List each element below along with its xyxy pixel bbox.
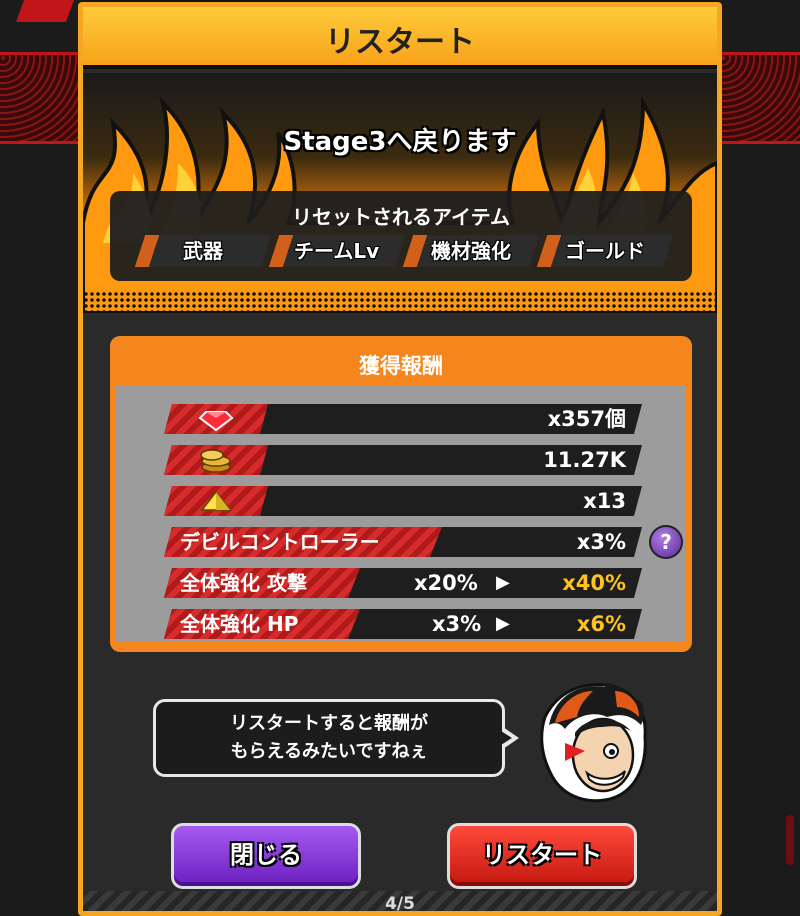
hp-boost-label: 全体強化 HP bbox=[164, 609, 360, 639]
reset-item-weapon: 武器 bbox=[134, 235, 272, 267]
gems-value: x357個 bbox=[547, 407, 626, 431]
background-band-right bbox=[720, 52, 800, 144]
hp-boost-from: x3% bbox=[432, 612, 482, 636]
dialog-title: リスタート bbox=[325, 25, 475, 60]
close-button[interactable]: 閉じる bbox=[171, 823, 361, 889]
hp-boost-arrow: ▶ bbox=[496, 613, 510, 634]
attack-boost-arrow: ▶ bbox=[496, 572, 510, 593]
background-red-corner bbox=[15, 0, 75, 22]
speech-line-1: リスタートすると報酬が bbox=[230, 713, 428, 734]
attack-boost-to: x40% bbox=[562, 571, 626, 595]
rewards-title: 獲得報酬 bbox=[359, 354, 443, 378]
coin-stack-icon bbox=[164, 445, 268, 475]
reward-row-coins: 11.27K bbox=[164, 445, 642, 475]
stage-message: Stage3へ戻ります bbox=[283, 127, 517, 157]
reset-item-gold: ゴールド bbox=[536, 235, 674, 267]
page-indicator: 4/5 bbox=[385, 894, 415, 914]
reset-item-team-lv: チームLv bbox=[268, 235, 406, 267]
pyramid-value: x13 bbox=[583, 489, 626, 513]
character-avatar bbox=[540, 683, 647, 803]
restart-dialog: リスタート Stage3へ戻ります リセットされるアイテム 武器 チームLv 機… bbox=[78, 2, 722, 916]
background-right bbox=[720, 0, 800, 916]
halftone-strip bbox=[83, 291, 717, 313]
rewards-panel: 獲得報酬 x357個 11.27K x13 デビルコントローラー x3% 全体強… bbox=[110, 336, 692, 652]
background-scroll-indicator bbox=[786, 815, 794, 865]
devil-controller-label: デビルコントローラー bbox=[164, 527, 442, 557]
attack-boost-from: x20% bbox=[414, 571, 478, 595]
reward-row-gems: x357個 bbox=[164, 404, 642, 434]
dialog-title-bar: リスタート bbox=[83, 7, 717, 69]
attack-boost-label: 全体強化 攻撃 bbox=[164, 568, 360, 598]
background-band-left bbox=[0, 52, 80, 144]
pyramid-icon bbox=[164, 486, 268, 516]
speech-bubble: リスタートすると報酬が もらえるみたいですねぇ bbox=[153, 699, 505, 777]
rewards-list: x357個 11.27K x13 デビルコントローラー x3% 全体強化 攻撃 … bbox=[116, 386, 686, 642]
help-question-button[interactable]: ? bbox=[649, 525, 683, 559]
restart-button[interactable]: リスタート bbox=[447, 823, 637, 889]
reward-row-attack-boost: 全体強化 攻撃 x20% ▶ x40% bbox=[164, 568, 642, 598]
speech-line-2: もらえるみたいですねぇ bbox=[230, 741, 428, 762]
reset-item-equipment: 機材強化 bbox=[402, 235, 540, 267]
coins-value: 11.27K bbox=[543, 448, 626, 472]
hp-boost-to: x6% bbox=[576, 612, 626, 636]
reward-row-hp-boost: 全体強化 HP x3% ▶ x6% bbox=[164, 609, 642, 639]
reward-row-pyramid: x13 bbox=[164, 486, 642, 516]
dialog-footer: 4/5 bbox=[83, 891, 717, 914]
reset-items-title: リセットされるアイテム bbox=[292, 205, 510, 229]
reward-row-devil-controller: デビルコントローラー x3% bbox=[164, 527, 642, 557]
devil-controller-value: x3% bbox=[576, 530, 626, 554]
gem-icon bbox=[164, 404, 268, 434]
background-left bbox=[0, 0, 80, 916]
reset-items-box: リセットされるアイテム 武器 チームLv 機材強化 ゴールド bbox=[110, 191, 692, 281]
